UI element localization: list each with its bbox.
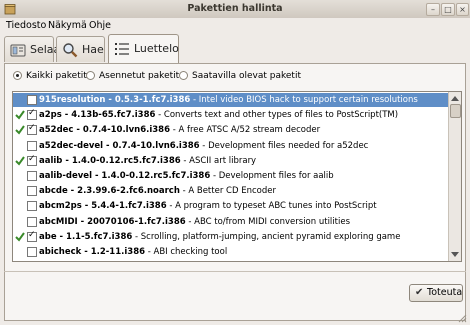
package-name: abcde - 2.3.99.6-2.fc6.noarch bbox=[39, 186, 180, 197]
tab-list-label: Luettelo bbox=[134, 42, 179, 55]
package-row[interactable]: aalib - 1.4.0-0.12.rc5.fc7.i386 - ASCII … bbox=[13, 154, 448, 168]
scroll-down-icon[interactable] bbox=[451, 252, 459, 257]
package-description: - Converts text and other types of files… bbox=[155, 110, 399, 121]
tab-strip: Selaa Hae Luettelo bbox=[0, 34, 470, 64]
package-description: - ABC to/from MIDI conversion utilities bbox=[185, 216, 351, 227]
package-name: 915resolution - 0.5.3-1.fc7.i386 bbox=[39, 95, 191, 105]
package-description: - A Better CD Encoder bbox=[179, 186, 276, 197]
package-checkbox[interactable] bbox=[27, 154, 37, 166]
package-description: - A free ATSC A/52 stream decoder bbox=[170, 125, 321, 136]
filter-available-label: Saatavilla olevat paketit bbox=[192, 71, 301, 81]
package-text: aalib-devel - 1.4.0-0.12.rc5.fc7.i386 - … bbox=[39, 169, 334, 183]
package-row[interactable]: abiword - 1:2.4.6-5.fc7.i386 - The AbiWo… bbox=[13, 260, 448, 261]
package-name: aalib-devel - 1.4.0-0.12.rc5.fc7.i386 bbox=[39, 171, 211, 181]
package-text: abe - 1.1-5.fc7.i386 - Scrolling, platfo… bbox=[39, 230, 400, 244]
package-checkbox[interactable] bbox=[27, 216, 37, 227]
package-row[interactable]: abcMIDI - 20070106-1.fc7.i386 - ABC to/f… bbox=[13, 215, 448, 229]
minimize-button[interactable]: – bbox=[426, 3, 440, 16]
package-row[interactable]: aalib-devel - 1.4.0-0.12.rc5.fc7.i386 - … bbox=[13, 169, 448, 183]
package-description: - ABI checking tool bbox=[145, 247, 228, 257]
search-icon bbox=[63, 43, 78, 58]
package-name: abcMIDI - 20070106-1.fc7.i386 bbox=[39, 216, 186, 227]
package-text: aalib - 1.4.0-0.12.rc5.fc7.i386 - ASCII … bbox=[39, 154, 256, 168]
package-text: 915resolution - 0.5.3-1.fc7.i386 - Intel… bbox=[39, 93, 418, 107]
package-checkbox[interactable] bbox=[27, 230, 37, 242]
package-row[interactable]: a52dec-devel - 0.7.4-10.lvn6.i386 - Deve… bbox=[13, 139, 448, 153]
package-text: abcMIDI - 20070106-1.fc7.i386 - ABC to/f… bbox=[39, 215, 350, 229]
filter-available-radio[interactable] bbox=[179, 71, 188, 80]
package-checkbox[interactable] bbox=[27, 201, 37, 212]
package-text: abcde - 2.3.99.6-2.fc6.noarch - A Better… bbox=[39, 184, 276, 198]
package-description: - Intel video BIOS hack to support certa… bbox=[190, 95, 418, 105]
package-checkbox[interactable] bbox=[27, 95, 37, 105]
package-text: abiword - 1:2.4.6-5.fc7.i386 - The AbiWo… bbox=[39, 260, 302, 261]
package-name: abcm2ps - 5.4.4-1.fc7.i386 bbox=[39, 201, 167, 212]
tab-list[interactable]: Luettelo bbox=[108, 34, 179, 64]
filter-installed-radio[interactable] bbox=[86, 71, 95, 80]
tab-search-label: Hae bbox=[82, 43, 104, 56]
installed-icon bbox=[15, 110, 25, 120]
vertical-scrollbar[interactable] bbox=[448, 92, 461, 261]
scroll-up-icon[interactable] bbox=[451, 96, 459, 101]
filter-all-label: Kaikki paketit bbox=[26, 71, 87, 81]
package-text: abicheck - 1.2-11.i386 - ABI checking to… bbox=[39, 245, 227, 259]
package-row[interactable]: a2ps - 4.13b-65.fc7.i386 - Converts text… bbox=[13, 108, 448, 122]
package-checkbox[interactable] bbox=[27, 123, 37, 136]
package-name: a2ps - 4.13b-65.fc7.i386 bbox=[39, 110, 156, 121]
package-name: a52dec-devel - 0.7.4-10.lvn6.i386 bbox=[39, 140, 200, 151]
resize-grip-icon[interactable] bbox=[457, 313, 467, 323]
installed-icon bbox=[15, 156, 25, 166]
package-checkbox[interactable] bbox=[27, 140, 37, 151]
menu-file[interactable]: Tiedosto bbox=[6, 18, 46, 34]
installed-icon bbox=[15, 125, 25, 135]
package-name: abicheck - 1.2-11.i386 bbox=[39, 247, 146, 257]
tab-browse[interactable]: Selaa bbox=[4, 36, 60, 62]
package-name: aalib - 1.4.0-0.12.rc5.fc7.i386 bbox=[39, 155, 181, 166]
package-row[interactable]: a52dec - 0.7.4-10.lvn6.i386 - A free ATS… bbox=[13, 123, 448, 137]
package-row[interactable]: 915resolution - 0.5.3-1.fc7.i386 - Intel… bbox=[13, 93, 448, 107]
browse-icon bbox=[10, 44, 26, 57]
package-text: a52dec - 0.7.4-10.lvn6.i386 - A free ATS… bbox=[39, 123, 320, 137]
package-row[interactable]: abcm2ps - 5.4.4-1.fc7.i386 - A program t… bbox=[13, 199, 448, 213]
tab-search[interactable]: Hae bbox=[56, 36, 105, 62]
filter-all-radio[interactable] bbox=[13, 71, 22, 80]
package-checkbox[interactable] bbox=[27, 186, 37, 197]
separator bbox=[4, 271, 466, 272]
package-description: - ASCII art library bbox=[180, 155, 257, 166]
list-icon bbox=[115, 43, 129, 55]
apply-button[interactable]: ✔ Toteuta bbox=[409, 284, 463, 302]
menu-view[interactable]: Näkymä bbox=[48, 18, 87, 34]
scroll-thumb[interactable] bbox=[450, 104, 461, 118]
package-name: abe - 1.1-5.fc7.i386 bbox=[39, 231, 133, 242]
package-description: - Development files needed for a52dec bbox=[199, 140, 369, 151]
installed-icon bbox=[15, 232, 25, 242]
package-checkbox[interactable] bbox=[27, 108, 37, 121]
maximize-button[interactable]: □ bbox=[441, 3, 455, 16]
package-row[interactable]: abcde - 2.3.99.6-2.fc6.noarch - A Better… bbox=[13, 184, 448, 198]
apply-check-icon: ✔ bbox=[415, 287, 424, 298]
close-button[interactable]: × bbox=[456, 3, 469, 16]
package-checkbox[interactable] bbox=[27, 171, 37, 181]
window-title: Pakettien hallinta bbox=[187, 3, 283, 14]
package-checkbox[interactable] bbox=[27, 247, 37, 257]
package-description: - Scrolling, platform-jumping, ancient p… bbox=[132, 231, 401, 242]
package-text: a52dec-devel - 0.7.4-10.lvn6.i386 - Deve… bbox=[39, 139, 368, 153]
package-description: - Development files for aalib bbox=[210, 171, 334, 181]
package-row[interactable]: abe - 1.1-5.fc7.i386 - Scrolling, platfo… bbox=[13, 230, 448, 244]
package-description: - A program to typeset ABC tunes into Po… bbox=[166, 201, 377, 212]
menu-bar: Tiedosto Näkymä Ohje bbox=[0, 18, 470, 34]
package-name: a52dec - 0.7.4-10.lvn6.i386 bbox=[39, 125, 170, 136]
package-text: abcm2ps - 5.4.4-1.fc7.i386 - A program t… bbox=[39, 199, 377, 213]
filter-installed-label: Asennetut paketit bbox=[99, 71, 180, 81]
title-bar[interactable]: Pakettien hallinta – □ × bbox=[0, 0, 470, 19]
menu-help[interactable]: Ohje bbox=[89, 18, 111, 34]
package-text: a2ps - 4.13b-65.fc7.i386 - Converts text… bbox=[39, 108, 398, 122]
package-row[interactable]: abicheck - 1.2-11.i386 - ABI checking to… bbox=[13, 245, 448, 259]
apply-button-label: Toteuta bbox=[427, 287, 463, 298]
package-list[interactable]: 915resolution - 0.5.3-1.fc7.i386 - Intel… bbox=[12, 91, 462, 262]
